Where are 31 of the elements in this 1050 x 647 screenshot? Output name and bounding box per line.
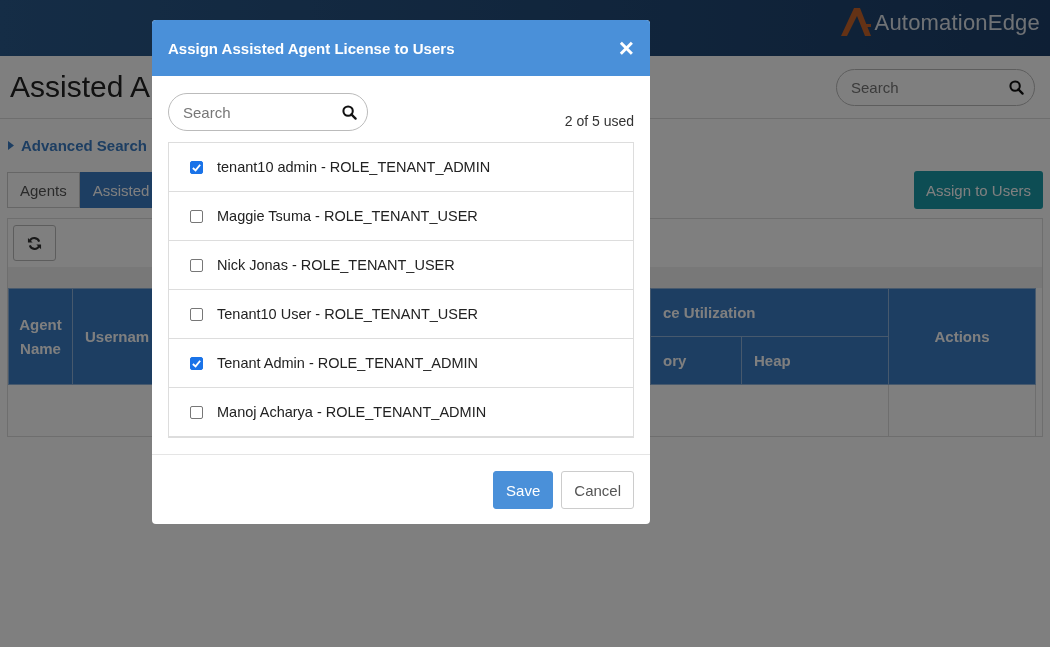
refresh-icon xyxy=(27,235,42,251)
checkbox[interactable] xyxy=(190,209,203,223)
checkbox[interactable] xyxy=(190,356,203,370)
user-label[interactable]: Tenant10 User - ROLE_TENANT_USER xyxy=(217,306,479,322)
tab[interactable]: Agents xyxy=(7,172,80,208)
modal-title: Assign Assisted Agent License to Users xyxy=(168,39,455,57)
user-label[interactable]: Tenant Admin - ROLE_TENANT_ADMIN xyxy=(217,355,479,371)
user-label[interactable]: tenant10 admin - ROLE_TENANT_ADMIN xyxy=(217,159,491,175)
logo-text: AutomationEdge xyxy=(874,10,1040,36)
cancel-button[interactable]: Cancel xyxy=(561,471,634,509)
user-label[interactable]: Nick Jonas - ROLE_TENANT_USER xyxy=(217,257,455,273)
search-icon xyxy=(1009,79,1024,95)
refresh-button[interactable] xyxy=(13,225,56,261)
checkbox[interactable] xyxy=(190,405,203,419)
logo-icon xyxy=(838,6,873,36)
caret-icon xyxy=(8,141,14,150)
column-header: Heap xyxy=(741,336,889,385)
usage-count: 2 of 5 used xyxy=(564,113,634,129)
checkbox[interactable] xyxy=(190,307,203,321)
search-input[interactable]: Search xyxy=(849,77,1009,97)
column-header: ory xyxy=(650,336,742,385)
user-label[interactable]: Manoj Acharya - ROLE_TENANT_ADMIN xyxy=(217,404,487,420)
search-icon xyxy=(342,104,357,120)
column-header: Actions xyxy=(888,288,1036,385)
column-header: Agent Name xyxy=(8,288,73,385)
user-label[interactable]: Maggie Tsuma - ROLE_TENANT_USER xyxy=(217,208,478,224)
checkbox[interactable] xyxy=(190,258,203,272)
checkbox[interactable] xyxy=(190,160,203,174)
column-header: ce Utilization xyxy=(650,288,889,337)
page-title: Assisted A xyxy=(10,70,151,104)
search-input[interactable]: Search xyxy=(181,102,342,122)
